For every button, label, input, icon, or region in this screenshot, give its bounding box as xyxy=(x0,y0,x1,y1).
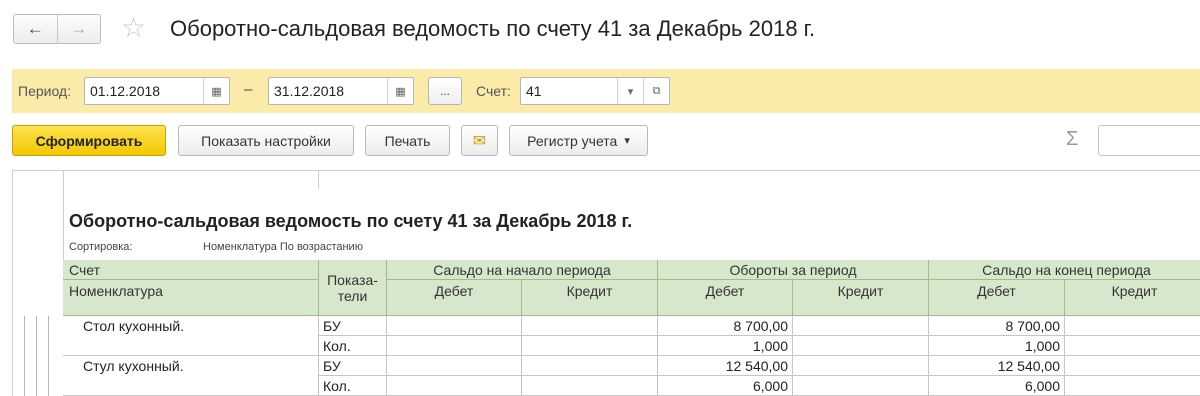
turnover-credit-cell xyxy=(793,376,929,396)
account-field[interactable]: 41 ▾ ⧉ xyxy=(520,77,670,105)
header-opening-debit: Дебет xyxy=(387,280,522,316)
period-dash: – xyxy=(244,81,253,98)
mail-icon[interactable]: ✉ xyxy=(461,125,498,156)
header-opening-balance: Сальдо на начало периода xyxy=(387,260,658,280)
page-title: Оборотно-сальдовая ведомость по счету 41… xyxy=(170,16,816,41)
turnover-debit-cell: 12 540,00 xyxy=(658,356,793,376)
closing-credit-cell xyxy=(1065,316,1200,336)
date-to-field[interactable]: 31.12.2018 ▦ xyxy=(268,77,414,105)
filter-bar: Период: 01.12.2018 ▦ – 31.12.2018 ▦ ... … xyxy=(12,69,1200,113)
sort-label: Сортировка: xyxy=(69,241,133,253)
opening-debit-cell xyxy=(387,316,522,336)
closing-credit-cell xyxy=(1065,356,1200,376)
closing-debit-cell: 6,000 xyxy=(929,376,1065,396)
forward-arrow-icon[interactable]: → xyxy=(56,15,101,43)
closing-debit-cell: 12 540,00 xyxy=(929,356,1065,376)
register-label: Регистр учета xyxy=(527,132,618,149)
account-value: 41 xyxy=(526,83,542,99)
turnover-debit-cell: 6,000 xyxy=(658,376,793,396)
date-to-value: 31.12.2018 xyxy=(274,83,345,99)
indicator-cell: БУ xyxy=(319,356,387,376)
show-settings-button[interactable]: Показать настройки xyxy=(178,125,354,156)
register-button[interactable]: Регистр учета ▾ xyxy=(509,125,648,156)
account-label: Счет: xyxy=(476,83,511,99)
header-indicators: Показа- тели xyxy=(319,260,387,316)
header-closing-credit: Кредит xyxy=(1065,280,1200,316)
closing-credit-cell xyxy=(1065,376,1200,396)
print-button[interactable]: Печать xyxy=(365,125,450,156)
sum-field[interactable] xyxy=(1098,125,1200,156)
header-closing-debit: Дебет xyxy=(929,280,1065,316)
opening-credit-cell xyxy=(522,316,658,336)
group-gutter-line xyxy=(24,316,25,396)
turnover-credit-cell xyxy=(793,356,929,376)
turnover-credit-cell xyxy=(793,316,929,336)
report-title: Оборотно-сальдовая ведомость по счету 41… xyxy=(69,211,633,231)
report-spreadsheet[interactable]: Оборотно-сальдовая ведомость по счету 41… xyxy=(12,170,1200,396)
indicator-cell: БУ xyxy=(319,316,387,336)
title-bar: ← → ☆ Оборотно-сальдовая ведомость по сч… xyxy=(0,0,1200,62)
generate-button[interactable]: Сформировать xyxy=(12,125,166,156)
opening-debit-cell xyxy=(387,376,522,396)
open-icon[interactable]: ⧉ xyxy=(643,78,669,104)
header-turnover-credit: Кредит xyxy=(793,280,929,316)
nomenclature-cell[interactable]: Стол кухонный. xyxy=(63,316,319,356)
turnover-debit-cell: 1,000 xyxy=(658,336,793,356)
date-from-value: 01.12.2018 xyxy=(90,83,161,99)
calendar-icon[interactable]: ▦ xyxy=(387,78,413,104)
back-arrow-icon[interactable]: ← xyxy=(14,15,57,43)
chevron-down-icon: ▾ xyxy=(624,135,630,147)
calendar-icon[interactable]: ▦ xyxy=(203,78,229,104)
period-label: Период: xyxy=(18,83,71,99)
opening-debit-cell xyxy=(387,356,522,376)
opening-credit-cell xyxy=(522,356,658,376)
header-closing-balance: Сальдо на конец периода xyxy=(929,260,1200,280)
header-indicators-line2: тели xyxy=(337,287,368,304)
opening-credit-cell xyxy=(522,336,658,356)
group-gutter-line xyxy=(48,316,49,396)
date-from-field[interactable]: 01.12.2018 ▦ xyxy=(84,77,230,105)
closing-credit-cell xyxy=(1065,336,1200,356)
favorite-star-icon[interactable]: ☆ xyxy=(121,13,146,43)
grid-line xyxy=(318,171,319,189)
closing-debit-cell: 1,000 xyxy=(929,336,1065,356)
sigma-icon[interactable]: Σ xyxy=(1066,128,1078,151)
turnover-debit-cell: 8 700,00 xyxy=(658,316,793,336)
period-select-button[interactable]: ... xyxy=(428,77,462,105)
header-nomenclature: Номенклатура xyxy=(63,280,319,316)
opening-credit-cell xyxy=(522,376,658,396)
nav-buttons: ← → xyxy=(13,14,101,44)
indicator-cell: Кол. xyxy=(319,376,387,396)
header-turnover: Обороты за период xyxy=(658,260,929,280)
header-turnover-debit: Дебет xyxy=(658,280,793,316)
indicator-cell: Кол. xyxy=(319,336,387,356)
header-opening-credit: Кредит xyxy=(522,280,658,316)
nomenclature-cell[interactable]: Стул кухонный. xyxy=(63,356,319,396)
header-account: Счет xyxy=(63,260,319,280)
closing-debit-cell: 8 700,00 xyxy=(929,316,1065,336)
group-gutter-line xyxy=(36,316,37,396)
sort-value: Номенклатура По возрастанию xyxy=(203,241,363,253)
opening-debit-cell xyxy=(387,336,522,356)
header-indicators-line1: Показа- xyxy=(327,271,378,288)
chevron-down-icon[interactable]: ▾ xyxy=(617,78,643,104)
turnover-credit-cell xyxy=(793,336,929,356)
